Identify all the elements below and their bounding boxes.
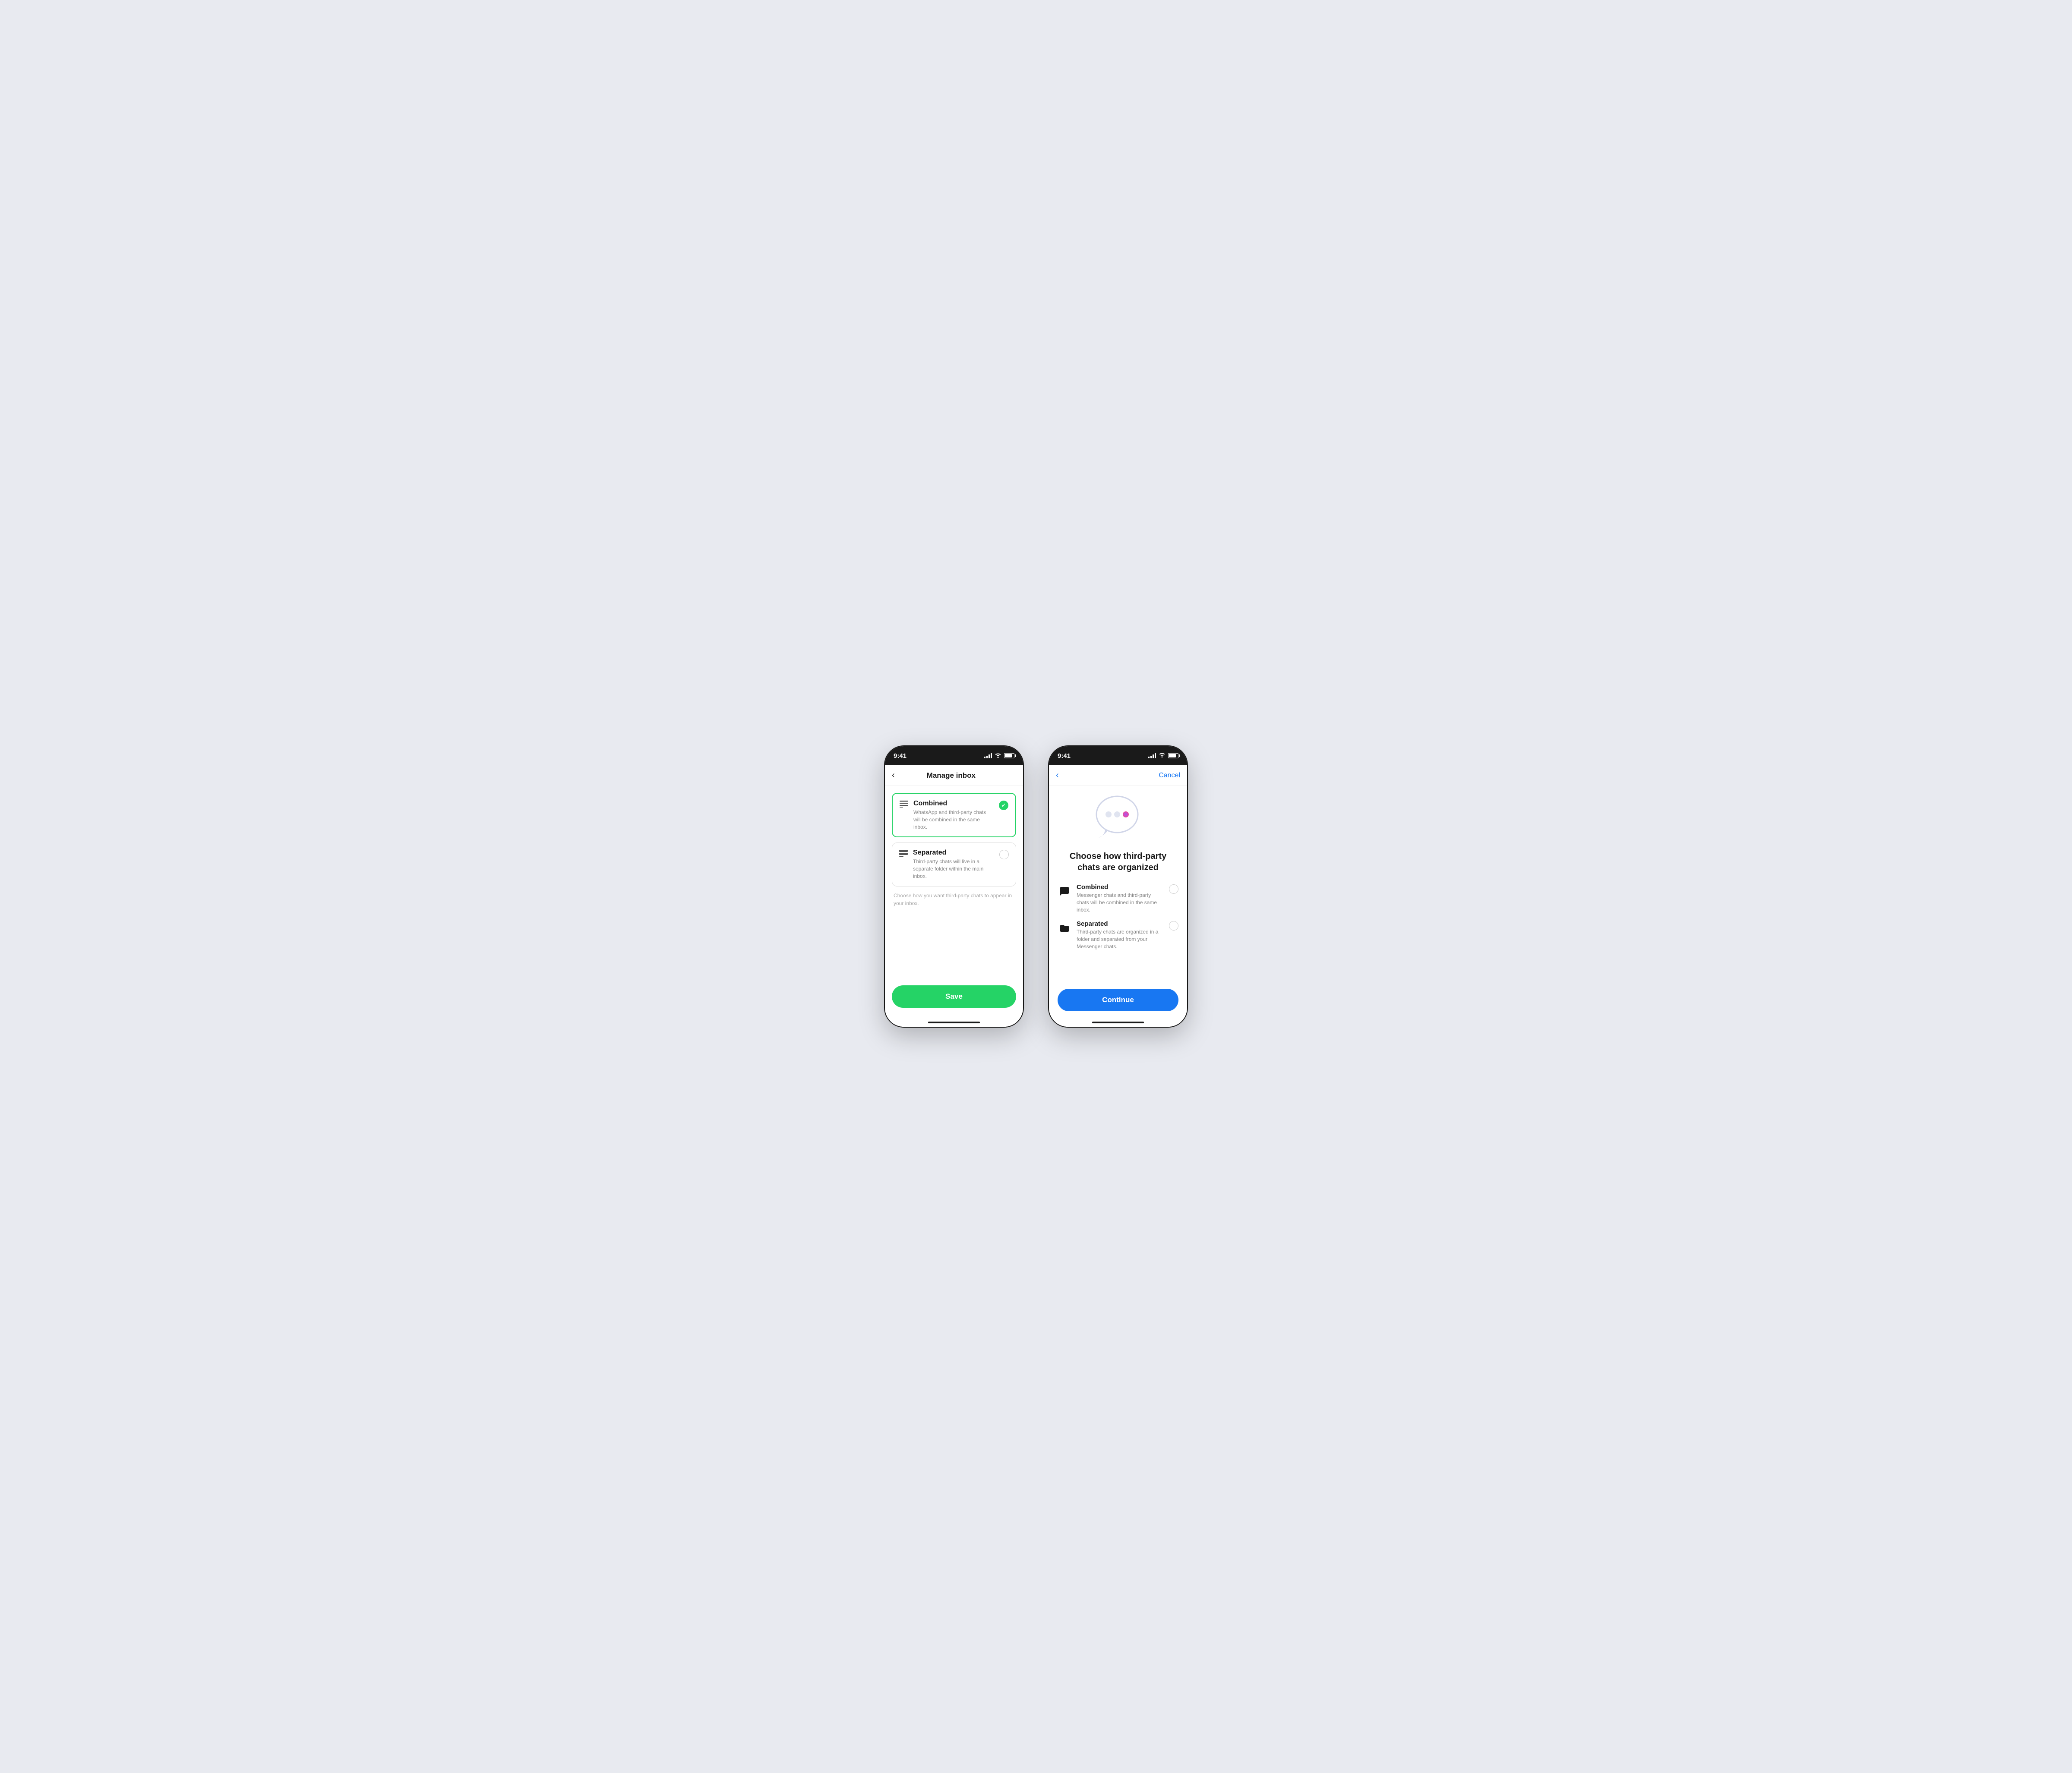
home-indicator-left (885, 1022, 1023, 1027)
combined-desc-right: Messenger chats and third-party chats wi… (1077, 892, 1164, 913)
separated-desc-left: Third-party chats will live in a separat… (913, 858, 994, 880)
home-indicator-right (1049, 1022, 1187, 1027)
separated-text-left: Separated Third-party chats will live in… (913, 849, 994, 880)
chat-bubble-icon (1058, 884, 1071, 898)
separated-option-left[interactable]: Separated Third-party chats will live in… (892, 842, 1016, 886)
check-icon-left: ✓ (1001, 802, 1006, 808)
signal-icon-right (1148, 753, 1156, 758)
back-button-left[interactable]: ‹ (892, 770, 895, 780)
combined-text-left: Combined WhatsApp and third-party chats … (913, 800, 994, 830)
combined-text-right: Combined Messenger chats and third-party… (1077, 883, 1164, 913)
battery-icon-right (1168, 753, 1178, 758)
status-bar-left: 9:41 (885, 746, 1023, 765)
status-icons-right (1148, 752, 1178, 760)
phone-whatsapp: 9:41 ‹ M (885, 746, 1023, 1027)
combined-title-left: Combined (913, 800, 994, 808)
screen-content-left: Combined WhatsApp and third-party chats … (885, 786, 1023, 1022)
folder-icon (1058, 921, 1071, 935)
combined-title-right: Combined (1077, 883, 1164, 891)
messenger-content: Choose how third-party chats are organiz… (1049, 786, 1187, 1022)
combined-option-right[interactable]: Combined Messenger chats and third-party… (1058, 883, 1178, 913)
nav-bar-left: ‹ Manage inbox (885, 765, 1023, 786)
separated-icon (899, 850, 908, 859)
continue-button[interactable]: Continue (1058, 989, 1178, 1011)
status-bar-right: 9:41 (1049, 746, 1187, 765)
hint-text-left: Choose how you want third-party chats to… (892, 892, 1016, 907)
wifi-icon-right (1159, 752, 1166, 760)
phone-messenger: 9:41 ‹ C (1049, 746, 1187, 1027)
separated-option-right[interactable]: Separated Third-party chats are organize… (1058, 920, 1178, 950)
separated-radio-left[interactable] (999, 850, 1009, 859)
separated-title-right: Separated (1077, 920, 1164, 928)
separated-title-left: Separated (913, 849, 994, 857)
combined-option-left[interactable]: Combined WhatsApp and third-party chats … (892, 793, 1016, 837)
page-heading-right: Choose how third-party chats are organiz… (1058, 851, 1178, 873)
chat-bubble-svg (1092, 795, 1144, 842)
messenger-screen: ‹ Cancel (1049, 765, 1187, 1027)
combined-radio-right[interactable] (1169, 884, 1178, 894)
nav-bar-right: ‹ Cancel (1049, 765, 1187, 786)
page-title-left: Manage inbox (900, 771, 1002, 780)
combined-radio-left[interactable]: ✓ (999, 801, 1008, 810)
signal-icon-left (984, 753, 992, 758)
battery-icon-left (1004, 753, 1014, 758)
chat-illustration (1058, 795, 1178, 842)
check-icon-right: ✓ (1172, 923, 1176, 929)
time-left: 9:41 (894, 752, 906, 760)
separated-desc-right: Third-party chats are organized in a fol… (1077, 928, 1164, 950)
time-right: 9:41 (1058, 752, 1071, 760)
list-icon (900, 801, 908, 810)
messenger-options: Combined Messenger chats and third-party… (1058, 883, 1178, 950)
save-button[interactable]: Save (892, 985, 1016, 1008)
separated-text-right: Separated Third-party chats are organize… (1077, 920, 1164, 950)
status-icons-left (984, 753, 1014, 759)
separated-radio-right[interactable]: ✓ (1169, 921, 1178, 931)
cancel-button[interactable]: Cancel (1159, 772, 1180, 779)
whatsapp-screen: ‹ Manage inbox Combined (885, 765, 1023, 1027)
back-button-right[interactable]: ‹ (1056, 770, 1059, 780)
combined-desc-left: WhatsApp and third-party chats will be c… (913, 809, 994, 830)
wifi-icon-left (995, 753, 1001, 759)
phones-container: 9:41 ‹ M (885, 746, 1187, 1027)
